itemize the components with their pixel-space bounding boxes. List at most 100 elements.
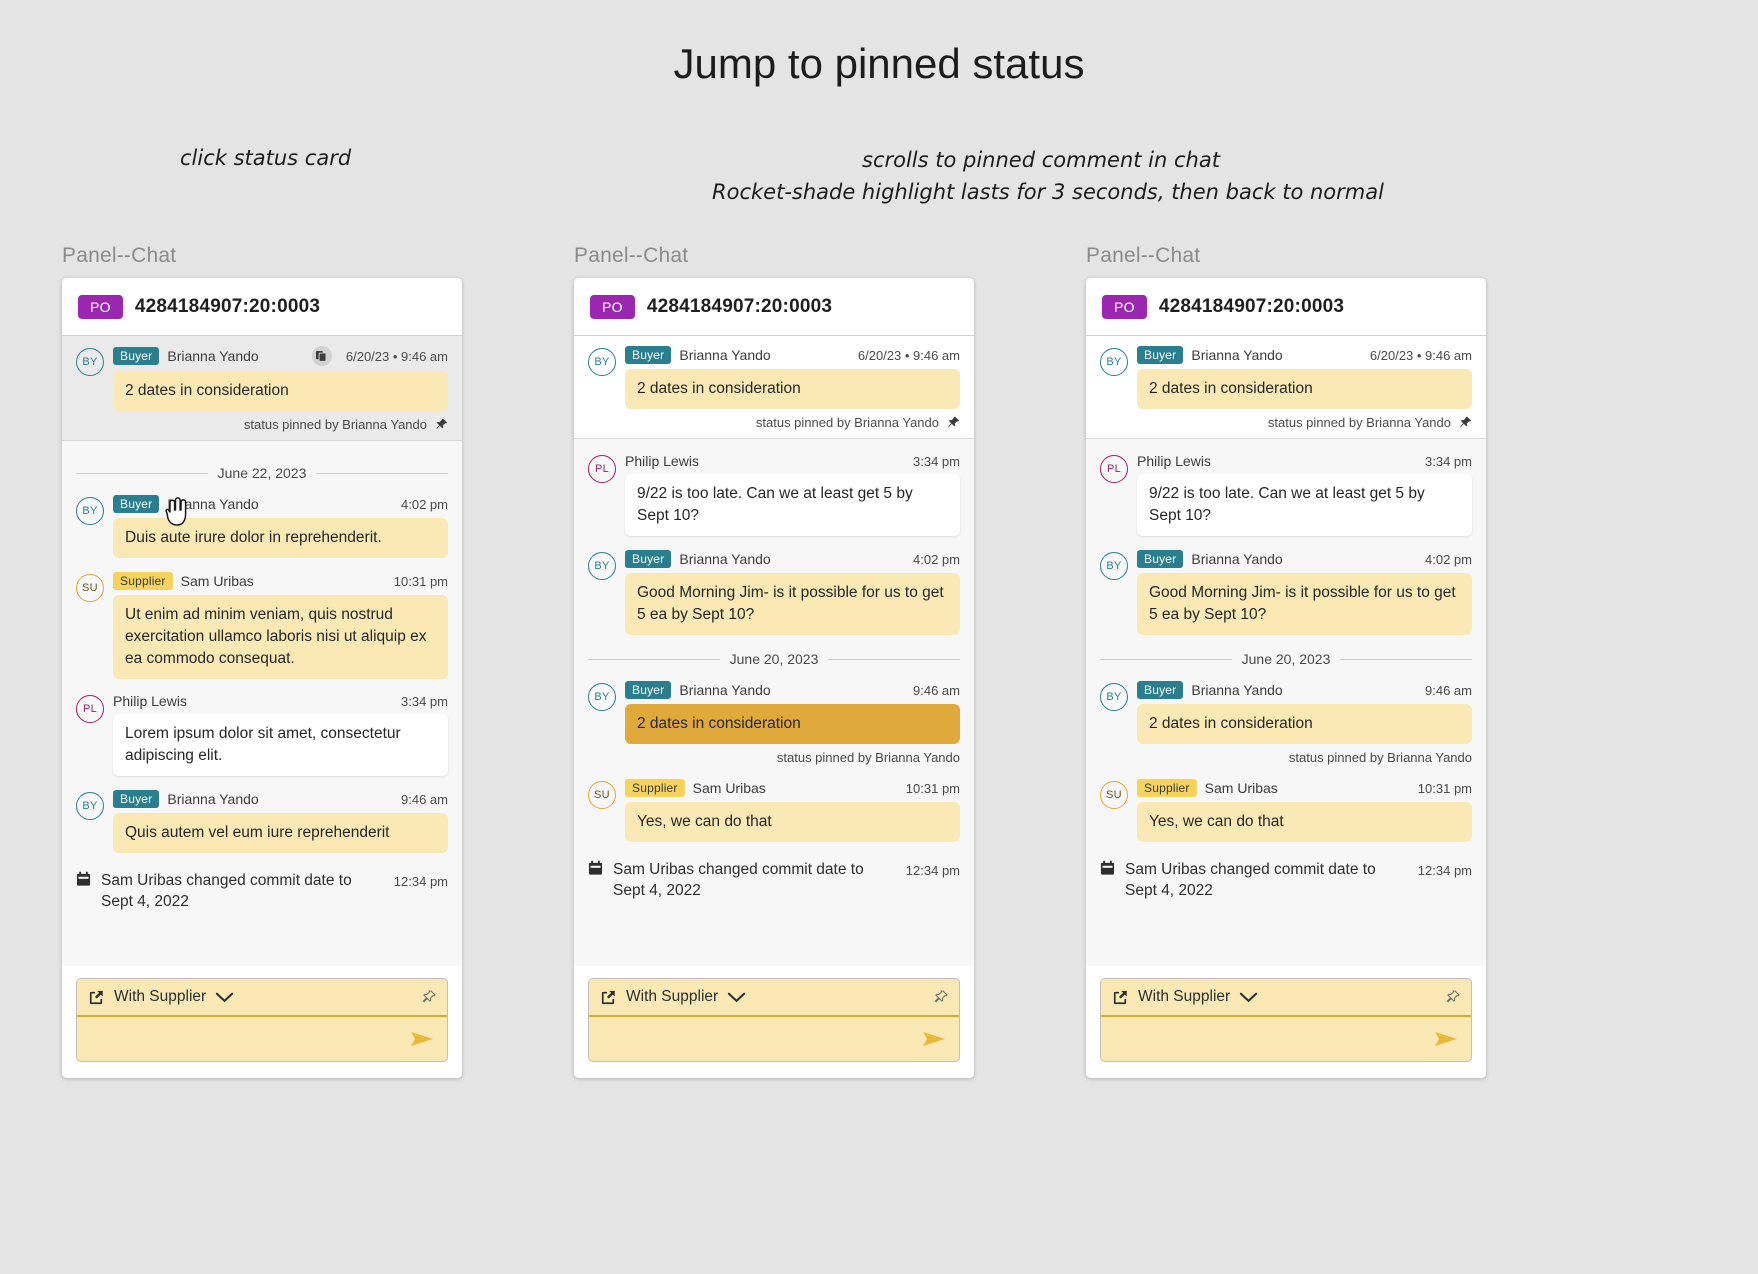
message-input[interactable]	[89, 1030, 409, 1048]
message-bubble[interactable]: Good Morning Jim- is it possible for us …	[1137, 573, 1472, 635]
avatar: BY	[76, 497, 104, 525]
message-list[interactable]: PL Philip Lewis 3:34 pm 9/22 is too late…	[1086, 439, 1486, 966]
message-author: Brianna Yando	[1191, 682, 1283, 698]
pinned-status-message[interactable]: BY Buyer Brianna Yando 6/20/23 • 9:46 am…	[588, 346, 960, 430]
chat-message[interactable]: BY Buyer Brianna Yando 4:02 pm Duis aute…	[76, 495, 448, 558]
pin-note: status pinned by Brianna Yando	[1137, 415, 1472, 430]
role-badge: Buyer	[1137, 681, 1184, 699]
chat-message[interactable]: BY Buyer Brianna Yando 9:46 am Quis aute…	[76, 790, 448, 853]
pin-icon[interactable]	[422, 990, 436, 1004]
external-link-icon[interactable]	[88, 989, 105, 1006]
message-bubble[interactable]: Yes, we can do that	[1137, 802, 1472, 842]
composer-input-row[interactable]	[1101, 1017, 1471, 1061]
message-time: 10:31 pm	[905, 780, 960, 796]
avatar: BY	[588, 552, 616, 580]
message-list[interactable]: June 22, 2023 BY Buyer Brianna Yando 4:0…	[62, 441, 462, 966]
composer-status-row[interactable]: With Supplier	[589, 979, 959, 1017]
message-composer[interactable]: With Supplier	[76, 978, 448, 1062]
message-time: 6/20/23 • 9:46 am	[345, 348, 448, 364]
message-bubble[interactable]: Yes, we can do that	[625, 802, 960, 842]
pinned-status-card[interactable]: BY Buyer Brianna Yando 6/20/23 • 9:46 am…	[62, 336, 462, 526]
message-author: Sam Uribas	[180, 573, 254, 589]
po-header: PO 4284184907:20:0003	[574, 278, 974, 336]
copy-icon[interactable]	[311, 346, 332, 366]
message-list[interactable]: PL Philip Lewis 3:34 pm 9/22 is too late…	[574, 439, 974, 966]
message-meta: Buyer Brianna Yando 4:02 pm	[625, 550, 960, 568]
external-link-icon[interactable]	[1112, 989, 1129, 1006]
chat-message[interactable]: BY Buyer Brianna Yando 4:02 pm Good Morn…	[588, 550, 960, 635]
composer-status-row[interactable]: With Supplier	[77, 979, 447, 1017]
message-meta: Buyer Brianna Yando 6/20/23 • 9:46 am	[113, 346, 448, 366]
chat-panel: PO 4284184907:20:0003 BY Buyer Brianna Y…	[1086, 278, 1486, 1078]
composer-status-row[interactable]: With Supplier	[1101, 979, 1471, 1017]
pinned-status-message[interactable]: BY Buyer Brianna Yando 6/20/23 • 9:46 am…	[1100, 346, 1472, 430]
chat-message[interactable]: PL Philip Lewis 3:34 pm 9/22 is too late…	[1100, 453, 1472, 536]
pin-note: status pinned by Brianna Yando	[113, 417, 448, 432]
chat-message[interactable]: BY Buyer Brianna Yando 9:46 am 2 dates i…	[588, 681, 960, 765]
composer-status-label[interactable]: With Supplier	[626, 988, 718, 1006]
pinned-status-card[interactable]: BY Buyer Brianna Yando 6/20/23 • 9:46 am…	[574, 336, 974, 439]
chat-message[interactable]: PL Philip Lewis 3:34 pm Lorem ipsum dolo…	[76, 693, 448, 776]
chat-message[interactable]: PL Philip Lewis 3:34 pm 9/22 is too late…	[588, 453, 960, 536]
po-number[interactable]: 4284184907:20:0003	[135, 296, 320, 318]
pin-icon[interactable]	[435, 418, 448, 431]
message-author: Brianna Yando	[167, 348, 259, 364]
message-bubble[interactable]: Quis autem vel eum iure reprehenderit	[113, 813, 448, 853]
chat-message[interactable]: BY Buyer Brianna Yando 9:46 am 2 dates i…	[1100, 681, 1472, 765]
composer-input-row[interactable]	[589, 1017, 959, 1061]
composer-status-label[interactable]: With Supplier	[1138, 988, 1230, 1006]
message-meta: Philip Lewis 3:34 pm	[625, 453, 960, 469]
message-bubble[interactable]: 2 dates in consideration	[625, 704, 960, 744]
pin-note: status pinned by Brianna Yando	[1137, 750, 1472, 765]
role-badge: Supplier	[625, 779, 685, 797]
chat-message[interactable]: BY Buyer Brianna Yando 4:02 pm Good Morn…	[1100, 550, 1472, 635]
message-bubble[interactable]: Lorem ipsum dolor sit amet, consectetur …	[113, 714, 448, 776]
role-badge: Buyer	[1137, 550, 1184, 568]
message-meta: Buyer Brianna Yando 9:46 am	[1137, 681, 1472, 699]
pinned-status-bubble[interactable]: 2 dates in consideration	[1137, 369, 1472, 409]
po-header: PO 4284184907:20:0003	[62, 278, 462, 336]
message-bubble[interactable]: Good Morning Jim- is it possible for us …	[625, 573, 960, 635]
pin-icon[interactable]	[1459, 416, 1472, 429]
chevron-down-icon[interactable]	[1239, 991, 1258, 1004]
pinned-status-card[interactable]: BY Buyer Brianna Yando 6/20/23 • 9:46 am…	[1086, 336, 1486, 439]
message-author: Brianna Yando	[1191, 347, 1283, 363]
annotation-click-status-card: click status card	[180, 146, 352, 170]
message-composer[interactable]: With Supplier	[588, 978, 960, 1062]
send-icon[interactable]	[409, 1029, 435, 1049]
chat-message[interactable]: SU Supplier Sam Uribas 10:31 pm Yes, we …	[1100, 779, 1472, 842]
pin-icon[interactable]	[947, 416, 960, 429]
po-number[interactable]: 4284184907:20:0003	[1159, 296, 1344, 318]
send-icon[interactable]	[1433, 1029, 1459, 1049]
pin-note: status pinned by Brianna Yando	[625, 415, 960, 430]
message-bubble[interactable]: 9/22 is too late. Can we at least get 5 …	[1137, 474, 1472, 536]
pin-icon[interactable]	[934, 990, 948, 1004]
message-bubble[interactable]: 2 dates in consideration	[1137, 704, 1472, 744]
panel-label: Panel--Chat	[574, 244, 689, 267]
external-link-icon[interactable]	[600, 989, 617, 1006]
pinned-status-bubble[interactable]: 2 dates in consideration	[625, 369, 960, 409]
panel-label: Panel--Chat	[62, 244, 177, 267]
chevron-down-icon[interactable]	[727, 991, 746, 1004]
send-icon[interactable]	[921, 1029, 947, 1049]
avatar: PL	[76, 695, 104, 723]
chevron-down-icon[interactable]	[215, 991, 234, 1004]
pinned-status-message[interactable]: BY Buyer Brianna Yando 6/20/23 • 9:46 am…	[76, 346, 448, 432]
message-bubble[interactable]: Ut enim ad minim veniam, quis nostrud ex…	[113, 595, 448, 679]
po-number[interactable]: 4284184907:20:0003	[647, 296, 832, 318]
chat-message[interactable]: SU Supplier Sam Uribas 10:31 pm Yes, we …	[588, 779, 960, 842]
message-input[interactable]	[601, 1030, 921, 1048]
composer-input-row[interactable]	[77, 1017, 447, 1061]
message-meta: Supplier Sam Uribas 10:31 pm	[625, 779, 960, 797]
chat-message[interactable]: SU Supplier Sam Uribas 10:31 pm Ut enim …	[76, 572, 448, 679]
message-input[interactable]	[1113, 1030, 1433, 1048]
message-time: 4:02 pm	[913, 551, 960, 567]
composer-status-label[interactable]: With Supplier	[114, 988, 206, 1006]
pin-note-text: status pinned by Brianna Yando	[1267, 415, 1451, 430]
message-bubble[interactable]: 9/22 is too late. Can we at least get 5 …	[625, 474, 960, 536]
pinned-status-bubble[interactable]: 2 dates in consideration	[113, 371, 448, 411]
message-meta: Buyer Brianna Yando 4:02 pm	[1137, 550, 1472, 568]
pin-icon[interactable]	[1446, 990, 1460, 1004]
avatar: BY	[588, 683, 616, 711]
message-composer[interactable]: With Supplier	[1100, 978, 1472, 1062]
